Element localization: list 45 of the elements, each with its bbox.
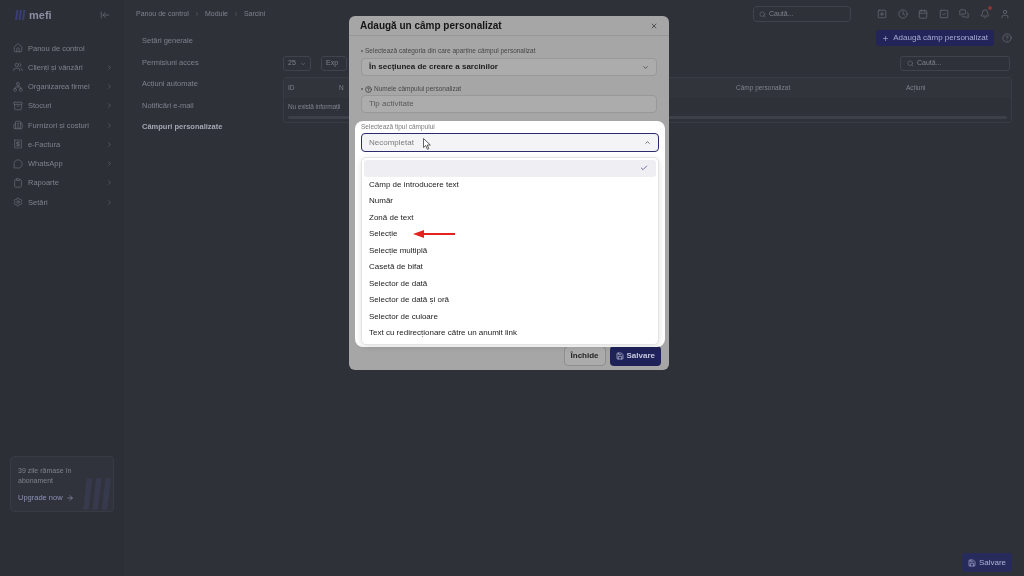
network-icon [13,81,23,92]
dropdown-option[interactable] [364,160,656,177]
settings-icon [13,197,23,208]
calendar-icon[interactable] [918,9,928,19]
name-input-field[interactable]: Tip activitate [361,95,657,113]
save-icon [967,558,976,567]
dialog-title: Adaugă un câmp personalizat [360,19,502,33]
home-icon [13,43,23,54]
chevron-up-icon [644,139,651,146]
save-button[interactable]: Salvare [609,346,661,366]
add-field-button[interactable]: Adaugă câmp personalizat [876,30,994,46]
users-icon [13,62,23,73]
save-button[interactable]: Salvare [961,553,1012,572]
logo-icon [14,10,26,20]
breadcrumb-separator-icon [232,11,239,17]
search-icon [759,10,766,18]
notification-bell-icon[interactable] [979,9,990,19]
archive-box-icon [13,100,23,111]
help-icon[interactable] [365,85,372,93]
chat-bubble-icon [13,158,23,169]
help-icon[interactable] [1002,33,1012,43]
search-icon [907,60,914,67]
checkbox-square-icon[interactable] [938,9,949,19]
logo-text: mefi [29,9,52,21]
close-button[interactable]: Închide [563,346,606,366]
plus-icon [882,34,890,42]
clipboard-icon [13,177,23,188]
building-icon [13,120,23,131]
mouse-cursor-icon [423,138,431,150]
chevron-down-icon [300,60,306,67]
type-select-field[interactable]: Necompletat [361,133,659,152]
save-icon [615,352,624,360]
close-icon[interactable] [650,21,658,30]
add-square-icon[interactable] [877,9,887,19]
chat-bubbles-icon[interactable] [959,9,969,19]
category-select-field[interactable]: În secțiunea de creare a sarcinilor [361,58,657,76]
breadcrumb-separator-icon [193,11,200,17]
user-icon[interactable] [1000,9,1010,19]
check-icon [640,164,648,173]
collapse-sidebar-icon[interactable] [100,10,110,20]
arrow-right-icon [65,493,74,502]
chevron-down-icon [642,63,649,71]
notification-badge-icon [987,6,992,10]
clock-icon[interactable] [897,9,908,19]
receipt-icon [13,139,23,150]
